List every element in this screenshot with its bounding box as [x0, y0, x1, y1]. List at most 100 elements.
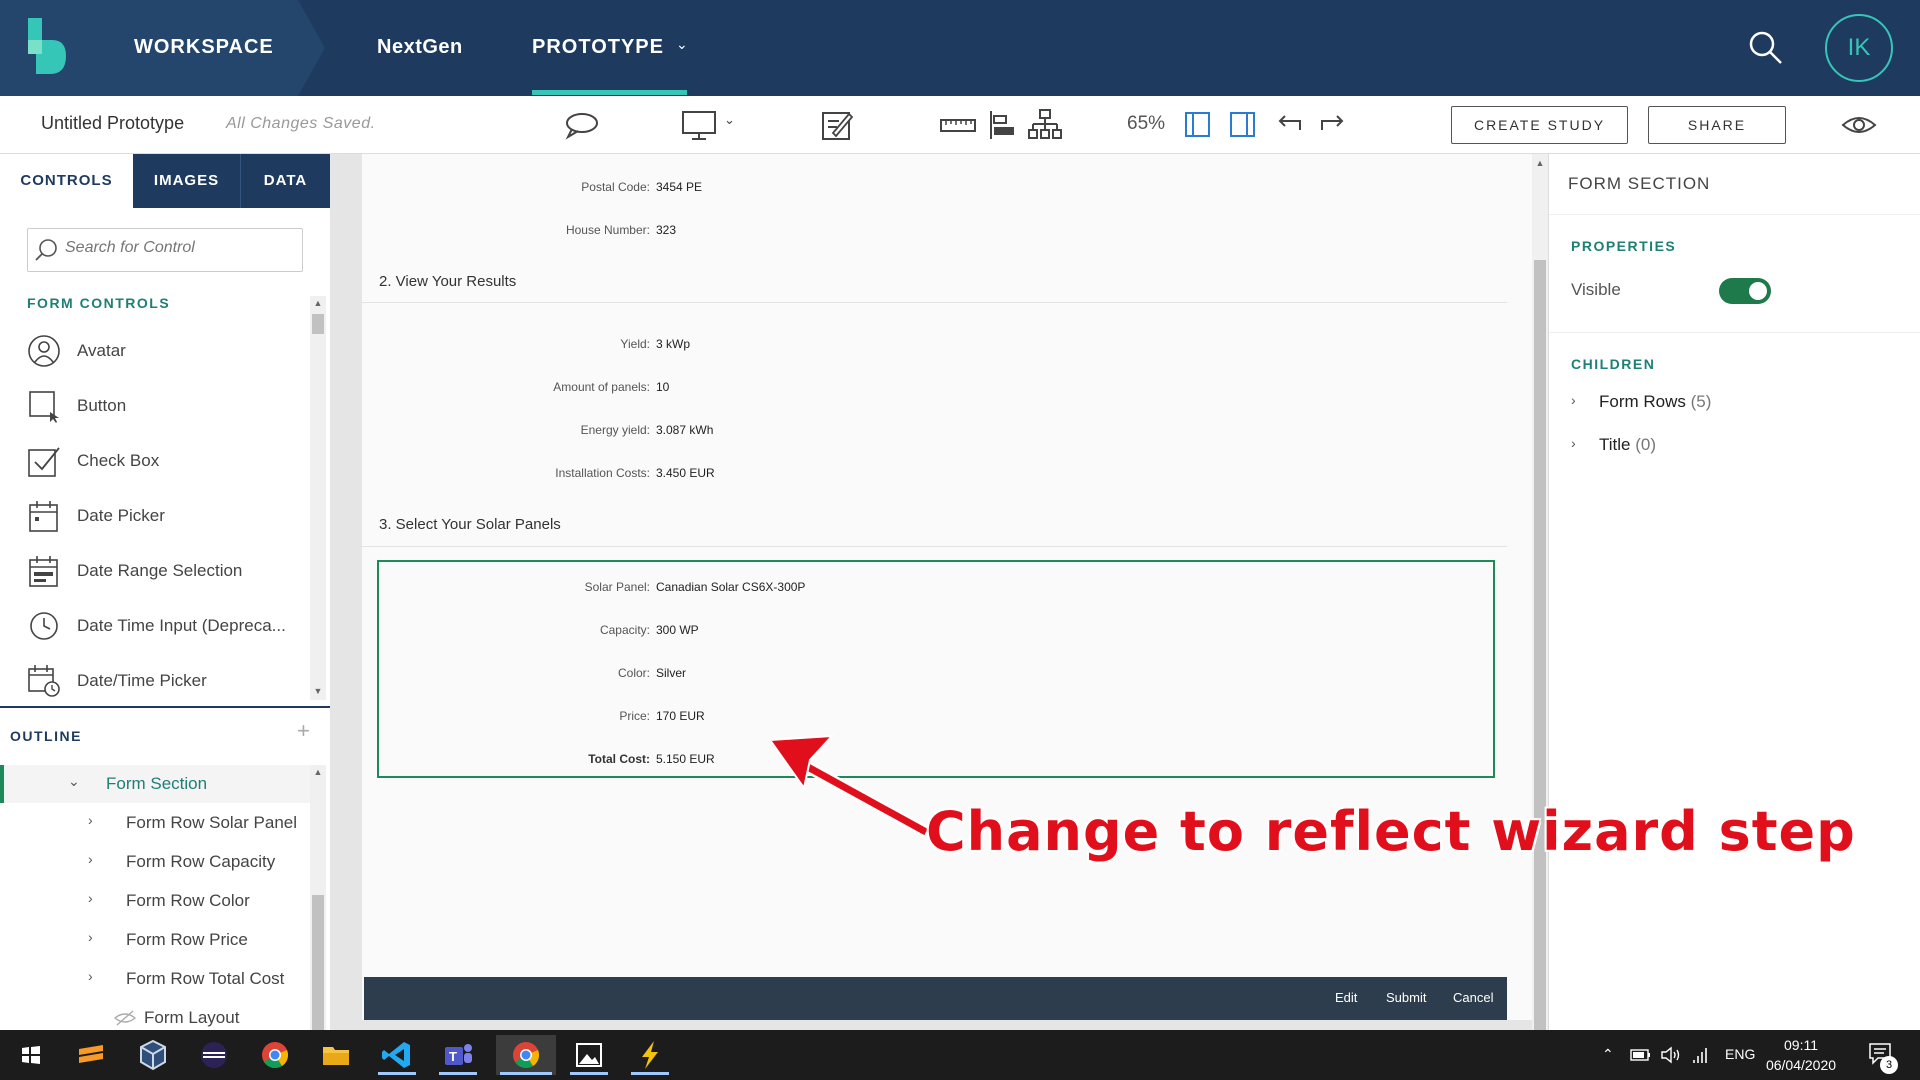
hidden-eye-icon[interactable]	[114, 1010, 136, 1026]
outline-item-form-section[interactable]: ⌄ Form Section	[0, 765, 310, 803]
redo-icon[interactable]	[1318, 108, 1348, 142]
save-status: All Changes Saved.	[226, 115, 376, 132]
nav-project[interactable]: NextGen	[377, 0, 463, 96]
control-item-date-picker[interactable]: Date Picker	[27, 495, 307, 539]
layout-left-icon[interactable]	[1184, 108, 1212, 142]
form-row-yield[interactable]: Yield: 3 kWp	[362, 329, 1532, 359]
form-row-price[interactable]: Price: 170 EUR	[362, 701, 1532, 731]
app-logo-icon[interactable]	[26, 18, 70, 76]
control-search-input[interactable]	[65, 239, 290, 257]
sublime-icon[interactable]	[69, 1035, 115, 1075]
outline-heading: OUTLINE	[10, 728, 82, 744]
form-row-solar-panel[interactable]: Solar Panel: Canadian Solar CS6X-300P	[362, 572, 1532, 602]
form-row-color[interactable]: Color: Silver	[362, 658, 1532, 688]
scroll-up-icon[interactable]: ▲	[310, 767, 326, 777]
running-indicator	[439, 1072, 477, 1075]
chevron-right-icon[interactable]: ›	[88, 851, 93, 867]
chrome-icon[interactable]	[252, 1035, 298, 1075]
chevron-right-icon[interactable]: ›	[88, 968, 93, 984]
comment-icon[interactable]	[563, 108, 599, 142]
form-row-capacity[interactable]: Capacity: 300 WP	[362, 615, 1532, 645]
visible-toggle[interactable]	[1719, 278, 1771, 304]
chevron-right-icon[interactable]: ›	[88, 929, 93, 945]
cancel-button[interactable]: Cancel	[1453, 990, 1493, 1005]
create-study-button[interactable]: CREATE STUDY	[1451, 106, 1628, 144]
battery-icon[interactable]	[1630, 1047, 1652, 1063]
tab-controls[interactable]: CONTROLS	[0, 154, 133, 208]
user-avatar[interactable]: IK	[1825, 14, 1893, 82]
form-row-amount-panels[interactable]: Amount of panels: 10	[362, 372, 1532, 402]
outline-scroll-thumb[interactable]	[312, 895, 324, 1030]
align-icon[interactable]	[984, 108, 1020, 142]
nav-prototype[interactable]: PROTOTYPE	[532, 0, 664, 96]
control-item-avatar[interactable]: Avatar	[27, 330, 307, 374]
control-search-box[interactable]	[27, 228, 303, 272]
form-row-key: Energy yield:	[580, 423, 650, 437]
bolt-taskbar-item[interactable]	[627, 1035, 673, 1075]
section-title-solar-panels[interactable]: 3. Select Your Solar Panels	[379, 516, 561, 533]
section-title-results[interactable]: 2. View Your Results	[379, 273, 516, 290]
canvas-scroll-thumb[interactable]	[1534, 260, 1546, 1030]
scroll-up-icon[interactable]: ▲	[1532, 158, 1548, 168]
undo-icon[interactable]	[1274, 108, 1304, 142]
chevron-down-icon[interactable]: ⌄	[68, 773, 80, 790]
language-indicator[interactable]: ENG	[1725, 1046, 1755, 1062]
control-item-button[interactable]: Button	[27, 385, 307, 429]
chevron-right-icon[interactable]: ›	[1571, 392, 1576, 408]
outline-item-form-row-price[interactable]: › Form Row Price	[0, 921, 310, 959]
preview-eye-icon[interactable]	[1841, 108, 1877, 142]
hierarchy-icon[interactable]	[1027, 108, 1063, 142]
ruler-icon[interactable]	[940, 108, 976, 142]
outline-item-form-row-capacity[interactable]: › Form Row Capacity	[0, 843, 310, 881]
network-icon[interactable]	[1692, 1045, 1714, 1065]
form-row-installation-costs[interactable]: Installation Costs: 3.450 EUR	[362, 458, 1532, 488]
outline-item-form-row-total-cost[interactable]: › Form Row Total Cost	[0, 960, 310, 998]
scroll-down-icon[interactable]: ▼	[310, 686, 326, 696]
control-item-datetime-input[interactable]: Date Time Input (Depreca...	[27, 605, 307, 649]
prototype-title[interactable]: Untitled Prototype	[41, 113, 184, 134]
layout-right-icon[interactable]	[1229, 108, 1257, 142]
virtualbox-icon[interactable]	[130, 1035, 176, 1075]
submit-button[interactable]: Submit	[1386, 990, 1426, 1005]
vscode-taskbar-item[interactable]	[374, 1035, 420, 1075]
scroll-up-icon[interactable]: ▲	[310, 298, 326, 308]
chevron-right-icon[interactable]: ›	[88, 890, 93, 906]
form-row-postal-code[interactable]: Postal Code: 3454 PE	[362, 172, 1532, 202]
controls-scrollbar[interactable]: ▲ ▼	[310, 296, 326, 700]
tray-overflow-icon[interactable]: ⌃	[1602, 1046, 1614, 1063]
control-item-checkbox[interactable]: Check Box	[27, 440, 307, 484]
device-dropdown-chevron-icon[interactable]: ⌄	[724, 112, 735, 128]
edit-button[interactable]: Edit	[1335, 990, 1357, 1005]
form-row-total-cost[interactable]: Total Cost: 5.150 EUR	[362, 744, 1532, 774]
volume-icon[interactable]	[1660, 1045, 1682, 1065]
nav-workspace[interactable]: WORKSPACE	[134, 0, 274, 96]
form-row-energy-yield[interactable]: Energy yield: 3.087 kWh	[362, 415, 1532, 445]
search-icon[interactable]	[1748, 30, 1784, 66]
taskbar-clock[interactable]: 09:11 06/04/2020	[1762, 1035, 1840, 1075]
start-icon[interactable]	[8, 1035, 54, 1075]
controls-scroll-thumb[interactable]	[312, 314, 324, 334]
chrome-taskbar-item-active[interactable]	[496, 1035, 556, 1075]
photos-taskbar-item[interactable]	[566, 1035, 612, 1075]
chevron-right-icon[interactable]: ›	[1571, 435, 1576, 451]
device-monitor-icon[interactable]	[680, 108, 720, 142]
notes-icon[interactable]	[819, 108, 855, 142]
add-outline-icon[interactable]: +	[297, 718, 310, 744]
tab-data[interactable]: DATA	[241, 154, 330, 208]
share-button[interactable]: SHARE	[1648, 106, 1786, 144]
file-explorer-icon[interactable]	[313, 1035, 359, 1075]
teams-taskbar-item[interactable]: T	[435, 1035, 481, 1075]
zoom-level[interactable]: 65%	[1127, 113, 1165, 135]
outline-item-form-row-color[interactable]: › Form Row Color	[0, 882, 310, 920]
outline-item-form-row-solar-panel[interactable]: › Form Row Solar Panel	[0, 804, 310, 842]
chevron-down-icon[interactable]: ⌄	[676, 36, 688, 53]
outline-scrollbar[interactable]: ▲	[310, 765, 326, 1030]
control-label: Avatar	[77, 341, 126, 360]
canvas-scrollbar[interactable]: ▲	[1532, 154, 1548, 1030]
chevron-right-icon[interactable]: ›	[88, 812, 93, 828]
control-item-date-range[interactable]: Date Range Selection	[27, 550, 307, 594]
eclipse-icon[interactable]	[191, 1035, 237, 1075]
tab-images[interactable]: IMAGES	[133, 154, 240, 208]
control-item-datetime-picker[interactable]: Date/Time Picker	[27, 660, 307, 704]
form-row-house-number[interactable]: House Number: 323	[362, 215, 1532, 245]
